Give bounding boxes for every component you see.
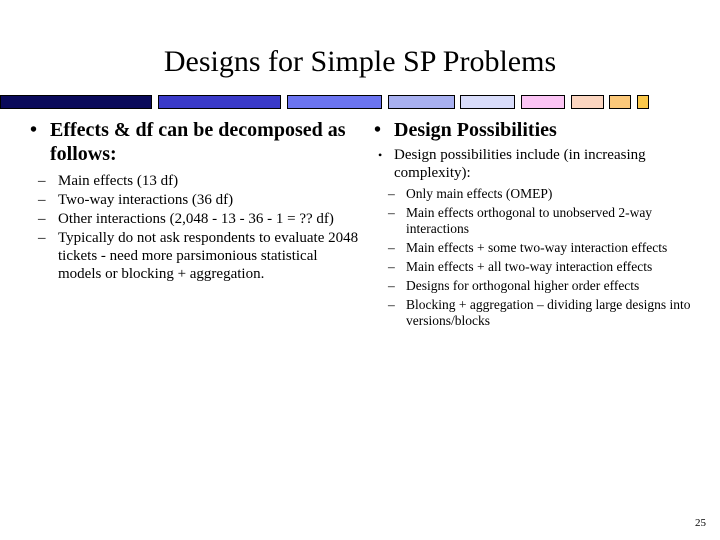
slide: Designs for Simple SP Problems • Effects… (0, 0, 720, 540)
segment-2 (158, 95, 281, 109)
left-column: • Effects & df can be decomposed as foll… (22, 118, 362, 283)
dash-icon: – (388, 297, 395, 312)
list-item-text: Main effects orthogonal to unobserved 2-… (406, 205, 653, 236)
list-item: – Main effects + some two-way interactio… (366, 240, 706, 256)
list-item-text: Main effects (13 df) (58, 173, 179, 189)
dash-icon: – (388, 186, 395, 201)
list-item: – Typically do not ask respondents to ev… (22, 229, 362, 283)
left-column-list: – Main effects (13 df) – Two-way interac… (22, 172, 362, 283)
list-item-text: Blocking + aggregation – dividing large … (406, 297, 691, 328)
dash-icon: – (38, 230, 46, 246)
page-number: 25 (695, 517, 706, 529)
right-column-subheading-text: Design possibilities include (in increas… (394, 147, 646, 181)
left-column-heading-text: Effects & df can be decomposed as follow… (50, 119, 346, 165)
list-item: – Main effects orthogonal to unobserved … (366, 205, 706, 237)
dash-icon: – (38, 173, 46, 189)
segment-7 (571, 95, 604, 109)
slide-body: • Effects & df can be decomposed as foll… (0, 118, 720, 518)
list-item: – Main effects (13 df) (22, 172, 362, 190)
right-column: • Design Possibilities • Design possibil… (366, 118, 706, 329)
right-column-heading: • Design Possibilities (366, 118, 706, 142)
list-item-text: Main effects + all two-way interaction e… (406, 259, 653, 274)
bullet-icon: • (30, 119, 38, 141)
segment-6 (521, 95, 565, 109)
segment-4 (388, 95, 455, 109)
list-item-text: Designs for orthogonal higher order effe… (406, 278, 640, 293)
page-title: Designs for Simple SP Problems (163, 45, 557, 78)
dash-icon: – (388, 259, 395, 274)
list-item-text: Typically do not ask respondents to eval… (58, 230, 359, 282)
dash-icon: – (388, 205, 395, 220)
dash-icon: – (38, 192, 46, 208)
list-item-text: Two-way interactions (36 df) (58, 192, 234, 208)
segment-5 (460, 95, 515, 109)
right-column-list: – Only main effects (OMEP) – Main effect… (366, 186, 706, 329)
list-item: – Only main effects (OMEP) (366, 186, 706, 202)
list-item-text: Only main effects (OMEP) (406, 186, 553, 201)
bullet-icon: • (378, 148, 383, 162)
list-item-text: Main effects + some two-way interaction … (406, 240, 668, 255)
dash-icon: – (38, 211, 46, 227)
left-column-heading: • Effects & df can be decomposed as foll… (22, 118, 362, 166)
right-column-heading-text: Design Possibilities (394, 119, 557, 141)
list-item-text: Other interactions (2,048 - 13 - 36 - 1 … (58, 211, 334, 227)
segment-3 (287, 95, 382, 109)
segment-8 (609, 95, 631, 109)
list-item: – Designs for orthogonal higher order ef… (366, 278, 706, 294)
decorative-color-bar (0, 95, 720, 109)
bullet-icon: • (374, 119, 382, 141)
list-item: – Other interactions (2,048 - 13 - 36 - … (22, 210, 362, 228)
list-item: – Two-way interactions (36 df) (22, 191, 362, 209)
segment-9 (637, 95, 649, 109)
segment-1 (0, 95, 152, 109)
list-item: – Blocking + aggregation – dividing larg… (366, 297, 706, 329)
list-item: – Main effects + all two-way interaction… (366, 259, 706, 275)
dash-icon: – (388, 240, 395, 255)
right-column-subheading: • Design possibilities include (in incre… (366, 146, 706, 182)
dash-icon: – (388, 278, 395, 293)
